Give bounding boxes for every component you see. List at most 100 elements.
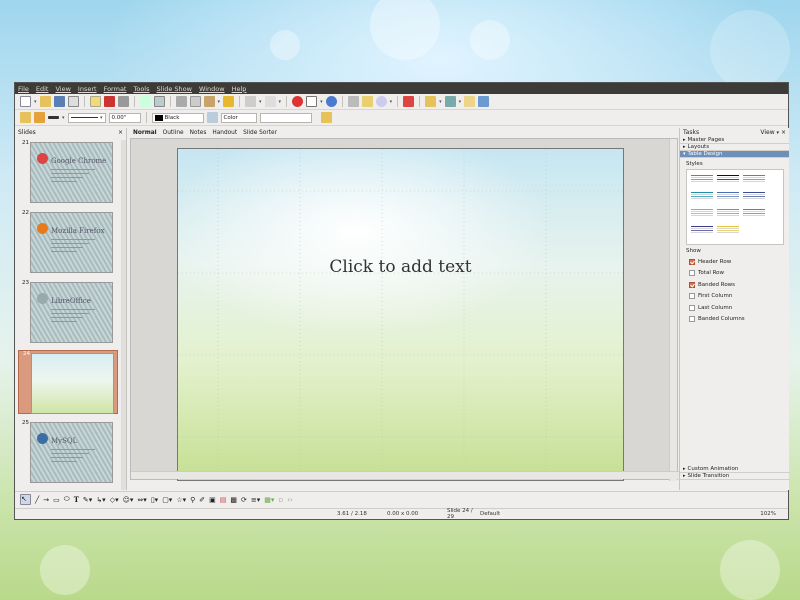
show-option-checkbox[interactable]: First Column bbox=[680, 291, 789, 303]
more-icon[interactable]: ‹› bbox=[287, 496, 293, 504]
cut-icon[interactable] bbox=[175, 96, 187, 107]
horizontal-scrollbar[interactable] bbox=[131, 471, 679, 479]
redo-icon[interactable] bbox=[264, 96, 276, 107]
slide-placeholder-text[interactable]: Click to add text bbox=[178, 257, 623, 277]
menu-insert[interactable]: Insert bbox=[78, 85, 97, 93]
line-icon[interactable] bbox=[34, 112, 45, 123]
basic-shapes-icon[interactable]: ◇▾ bbox=[110, 496, 119, 504]
table-style-option[interactable] bbox=[716, 224, 740, 239]
menu-view[interactable]: View bbox=[55, 85, 70, 93]
print-icon[interactable] bbox=[117, 96, 129, 107]
line-style-icon[interactable] bbox=[20, 112, 31, 123]
table-style-option[interactable] bbox=[690, 224, 714, 239]
menu-file[interactable]: File bbox=[18, 85, 29, 93]
show-option-checkbox[interactable]: Last Column bbox=[680, 302, 789, 314]
table-style-option[interactable] bbox=[768, 207, 792, 222]
section-table-design[interactable]: ▾ Table Design bbox=[680, 151, 789, 158]
flowchart-icon[interactable]: ▯▾ bbox=[151, 496, 158, 504]
alignment-icon[interactable]: ≡▾ bbox=[251, 496, 260, 504]
checked-box-icon[interactable] bbox=[689, 281, 695, 288]
table-icon[interactable] bbox=[306, 96, 318, 107]
rotate-icon[interactable]: ⟳ bbox=[241, 496, 247, 504]
grid-display-icon[interactable] bbox=[347, 96, 359, 107]
line-style-select[interactable]: ▾ bbox=[67, 112, 106, 123]
close-icon[interactable]: × bbox=[781, 129, 786, 136]
area-fill-select[interactable] bbox=[259, 112, 312, 123]
tab-notes[interactable]: Notes bbox=[189, 130, 208, 136]
shadow-tool-icon[interactable]: ▫ bbox=[278, 496, 283, 504]
checked-box-icon[interactable] bbox=[689, 258, 695, 265]
extrusion-icon[interactable]: ▩ bbox=[230, 496, 237, 504]
tab-slide-sorter[interactable]: Slide Sorter bbox=[242, 130, 278, 136]
symbol-shapes-icon[interactable]: ☺▾ bbox=[123, 496, 134, 504]
ellipse-tool-icon[interactable]: ⬭ bbox=[64, 495, 70, 504]
navigator-icon[interactable] bbox=[325, 96, 337, 107]
clone-formatting-icon[interactable] bbox=[223, 96, 235, 107]
tab-handout[interactable]: Handout bbox=[211, 130, 238, 136]
slide-thumbnail[interactable]: 21 Google Chrome bbox=[18, 140, 118, 204]
line-color-select[interactable]: Black bbox=[151, 112, 204, 123]
view-menu-button[interactable]: View bbox=[760, 129, 774, 136]
slide-thumbnail[interactable]: 24 bbox=[18, 350, 118, 414]
slide-design-icon[interactable] bbox=[464, 96, 476, 107]
table-style-option[interactable] bbox=[768, 173, 792, 188]
menu-format[interactable]: Format bbox=[104, 85, 127, 93]
line-tool-icon[interactable]: ╱ bbox=[35, 496, 39, 504]
open-folder-icon[interactable] bbox=[39, 96, 51, 107]
menu-help[interactable]: Help bbox=[232, 85, 247, 93]
unchecked-box-icon[interactable] bbox=[689, 293, 695, 300]
slide-icon[interactable] bbox=[425, 96, 437, 107]
arrow-style-icon[interactable] bbox=[48, 116, 59, 119]
slide-thumbnail[interactable]: 25 MySQL bbox=[18, 420, 118, 484]
edit-file-icon[interactable] bbox=[89, 96, 101, 107]
section-layouts[interactable]: ▸ Layouts bbox=[680, 144, 789, 151]
copy-icon[interactable] bbox=[189, 96, 201, 107]
table-style-option[interactable] bbox=[742, 190, 766, 205]
table-style-option[interactable] bbox=[742, 207, 766, 222]
table-style-option[interactable] bbox=[768, 224, 792, 239]
show-option-checkbox[interactable]: Header Row bbox=[680, 256, 789, 268]
line-width-field[interactable]: 0.00" bbox=[108, 112, 141, 123]
table-style-option[interactable] bbox=[690, 207, 714, 222]
autospellcheck-icon[interactable] bbox=[153, 96, 165, 107]
vertical-scrollbar[interactable] bbox=[669, 139, 677, 481]
zoom-level[interactable]: 102% bbox=[710, 511, 780, 517]
show-option-checkbox[interactable]: Total Row bbox=[680, 268, 789, 280]
table-style-option[interactable] bbox=[716, 190, 740, 205]
area-icon[interactable] bbox=[206, 112, 218, 123]
tab-normal[interactable]: Normal bbox=[132, 130, 158, 136]
section-slide-transition[interactable]: ▸ Slide Transition bbox=[680, 473, 790, 480]
email-icon[interactable] bbox=[67, 96, 79, 107]
undo-icon[interactable] bbox=[245, 96, 257, 107]
tab-outline[interactable]: Outline bbox=[162, 130, 185, 136]
slide-thumbnail[interactable]: 23 LibreOffice bbox=[18, 280, 118, 344]
table-style-option[interactable] bbox=[716, 207, 740, 222]
chart-icon[interactable] bbox=[292, 96, 304, 107]
table-style-option[interactable] bbox=[716, 173, 740, 188]
shadow-icon[interactable] bbox=[320, 112, 332, 123]
rectangle-tool-icon[interactable]: ▭ bbox=[53, 496, 60, 504]
connector-tool-icon[interactable]: ↳▾ bbox=[96, 496, 105, 504]
table-style-option[interactable] bbox=[742, 224, 766, 239]
paste-icon[interactable] bbox=[203, 96, 215, 107]
section-custom-animation[interactable]: ▸ Custom Animation bbox=[680, 466, 790, 473]
slide[interactable]: Click to add text bbox=[177, 148, 624, 481]
menu-edit[interactable]: Edit bbox=[36, 85, 49, 93]
select-arrow-icon[interactable]: ↖ bbox=[20, 494, 31, 505]
zoom-icon[interactable] bbox=[375, 96, 387, 107]
new-document-icon[interactable] bbox=[20, 96, 31, 107]
callouts-icon[interactable]: ▢▾ bbox=[162, 496, 172, 504]
unchecked-box-icon[interactable] bbox=[689, 304, 695, 311]
curve-tool-icon[interactable]: ✎▾ bbox=[83, 496, 92, 504]
points-icon[interactable]: ⚲ bbox=[190, 496, 195, 504]
slide-thumbnail[interactable]: 22 Mozilla Firefox bbox=[18, 210, 118, 274]
slides-scrollbar[interactable] bbox=[121, 140, 126, 490]
text-tool-icon[interactable]: T bbox=[74, 495, 79, 504]
unchecked-box-icon[interactable] bbox=[689, 270, 695, 277]
menu-tools[interactable]: Tools bbox=[133, 85, 149, 93]
slide-show-icon[interactable] bbox=[403, 96, 415, 107]
show-option-checkbox[interactable]: Banded Rows bbox=[680, 279, 789, 291]
section-master-pages[interactable]: ▸ Master Pages bbox=[680, 137, 789, 144]
slide-layout-icon[interactable] bbox=[444, 96, 456, 107]
table-style-option[interactable] bbox=[690, 190, 714, 205]
